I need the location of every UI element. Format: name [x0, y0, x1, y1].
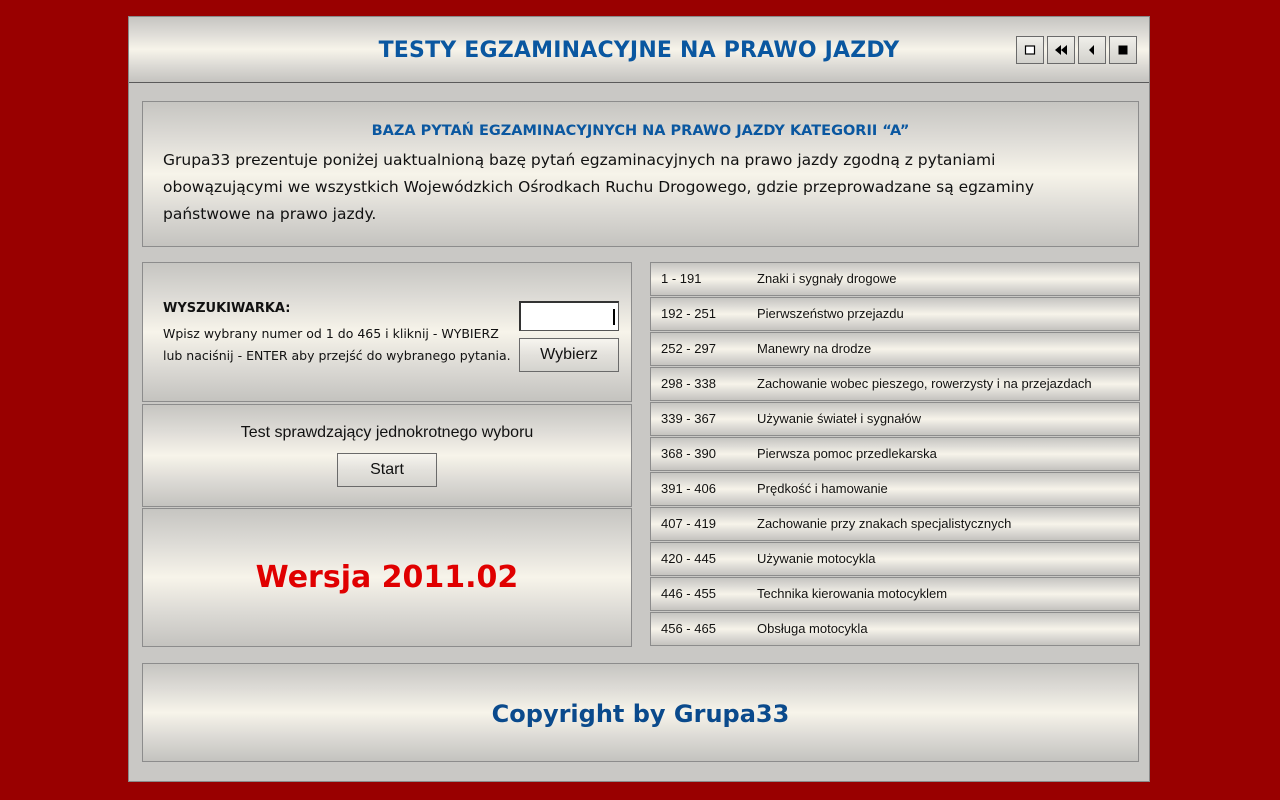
category-range: 1 - 191 — [661, 271, 702, 286]
category-range: 339 - 367 — [661, 411, 716, 426]
first-page-button[interactable] — [1047, 36, 1075, 64]
intro-panel: BAZA PYTAŃ EGZAMINACYJNYCH NA PRAWO JAZD… — [142, 101, 1139, 247]
page-title: TESTY EGZAMINACYJNE NA PRAWO JAZDY — [378, 38, 900, 63]
footer-panel: Copyright by Grupa33 — [142, 663, 1139, 762]
question-number-input[interactable] — [519, 301, 619, 331]
category-range: 456 - 465 — [661, 621, 716, 636]
category-range: 407 - 419 — [661, 516, 716, 531]
header-bar: TESTY EGZAMINACYJNE NA PRAWO JAZDY — [129, 17, 1149, 83]
start-button[interactable]: Start — [337, 453, 437, 487]
category-row[interactable]: 420 - 445 Używanie motocykla — [650, 542, 1140, 576]
search-panel: WYSZUKIWARKA: Wpisz wybrany numer od 1 d… — [142, 262, 632, 402]
copyright-text: Copyright by Grupa33 — [491, 700, 790, 728]
category-range: 298 - 338 — [661, 376, 716, 391]
version-label: Wersja 2011.02 — [255, 560, 519, 595]
version-panel: Wersja 2011.02 — [142, 508, 632, 647]
search-help-line-2: lub naciśnij - ENTER aby przejść do wybr… — [163, 348, 511, 363]
category-range: 252 - 297 — [661, 341, 716, 356]
category-name: Zachowanie wobec pieszego, rowerzysty i … — [757, 376, 1092, 391]
category-range: 420 - 445 — [661, 551, 716, 566]
test-panel: Test sprawdzający jednokrotnego wyboru S… — [142, 404, 632, 507]
category-name: Używanie świateł i sygnałów — [757, 411, 922, 426]
category-range: 192 - 251 — [661, 306, 716, 321]
category-range: 391 - 406 — [661, 481, 716, 496]
search-help-line-1: Wpisz wybrany numer od 1 do 465 i klikni… — [163, 326, 499, 341]
search-help: Wpisz wybrany numer od 1 do 465 i klikni… — [163, 323, 511, 367]
back-button[interactable] — [1078, 36, 1106, 64]
category-list: 1 - 191 Znaki i sygnały drogowe 192 - 25… — [650, 262, 1140, 647]
category-range: 368 - 390 — [661, 446, 716, 461]
category-row[interactable]: 192 - 251 Pierwszeństwo przejazdu — [650, 297, 1140, 331]
category-row[interactable]: 446 - 455 Technika kierowania motocyklem — [650, 577, 1140, 611]
app-window: TESTY EGZAMINACYJNE NA PRAWO JAZDY BAZA … — [128, 16, 1150, 782]
test-label: Test sprawdzający jednokrotnego wyboru — [240, 424, 534, 441]
category-name: Znaki i sygnały drogowe — [757, 271, 897, 286]
intro-text: Grupa33 prezentuje poniżej uaktualnioną … — [163, 151, 1035, 223]
nav-button-group — [1016, 36, 1137, 64]
category-name: Używanie motocykla — [757, 551, 876, 566]
stop-icon — [1118, 45, 1128, 55]
home-button[interactable] — [1016, 36, 1044, 64]
category-row[interactable]: 391 - 406 Prędkość i hamowanie — [650, 472, 1140, 506]
search-label: WYSZUKIWARKA: — [163, 301, 291, 316]
category-name: Zachowanie przy znakach specjalistycznyc… — [757, 516, 1012, 531]
rewind-icon — [1055, 45, 1067, 55]
category-row[interactable]: 298 - 338 Zachowanie wobec pieszego, row… — [650, 367, 1140, 401]
text-caret — [613, 309, 615, 325]
category-row[interactable]: 368 - 390 Pierwsza pomoc przedlekarska — [650, 437, 1140, 471]
intro-title: BAZA PYTAŃ EGZAMINACYJNYCH NA PRAWO JAZD… — [371, 123, 910, 139]
category-row[interactable]: 456 - 465 Obsługa motocykla — [650, 612, 1140, 646]
category-row[interactable]: 407 - 419 Zachowanie przy znakach specja… — [650, 507, 1140, 541]
select-button[interactable]: Wybierz — [519, 338, 619, 372]
category-name: Pierwsza pomoc przedlekarska — [757, 446, 937, 461]
category-name: Manewry na drodze — [757, 341, 872, 356]
exit-button[interactable] — [1109, 36, 1137, 64]
category-row[interactable]: 1 - 191 Znaki i sygnały drogowe — [650, 262, 1140, 296]
square-outline-icon — [1024, 45, 1036, 55]
category-row[interactable]: 252 - 297 Manewry na drodze — [650, 332, 1140, 366]
category-range: 446 - 455 — [661, 586, 716, 601]
category-name: Obsługa motocykla — [757, 621, 868, 636]
category-row[interactable]: 339 - 367 Używanie świateł i sygnałów — [650, 402, 1140, 436]
category-name: Pierwszeństwo przejazdu — [757, 306, 904, 321]
back-icon — [1089, 45, 1094, 55]
category-name: Technika kierowania motocyklem — [757, 586, 948, 601]
category-name: Prędkość i hamowanie — [757, 481, 888, 496]
